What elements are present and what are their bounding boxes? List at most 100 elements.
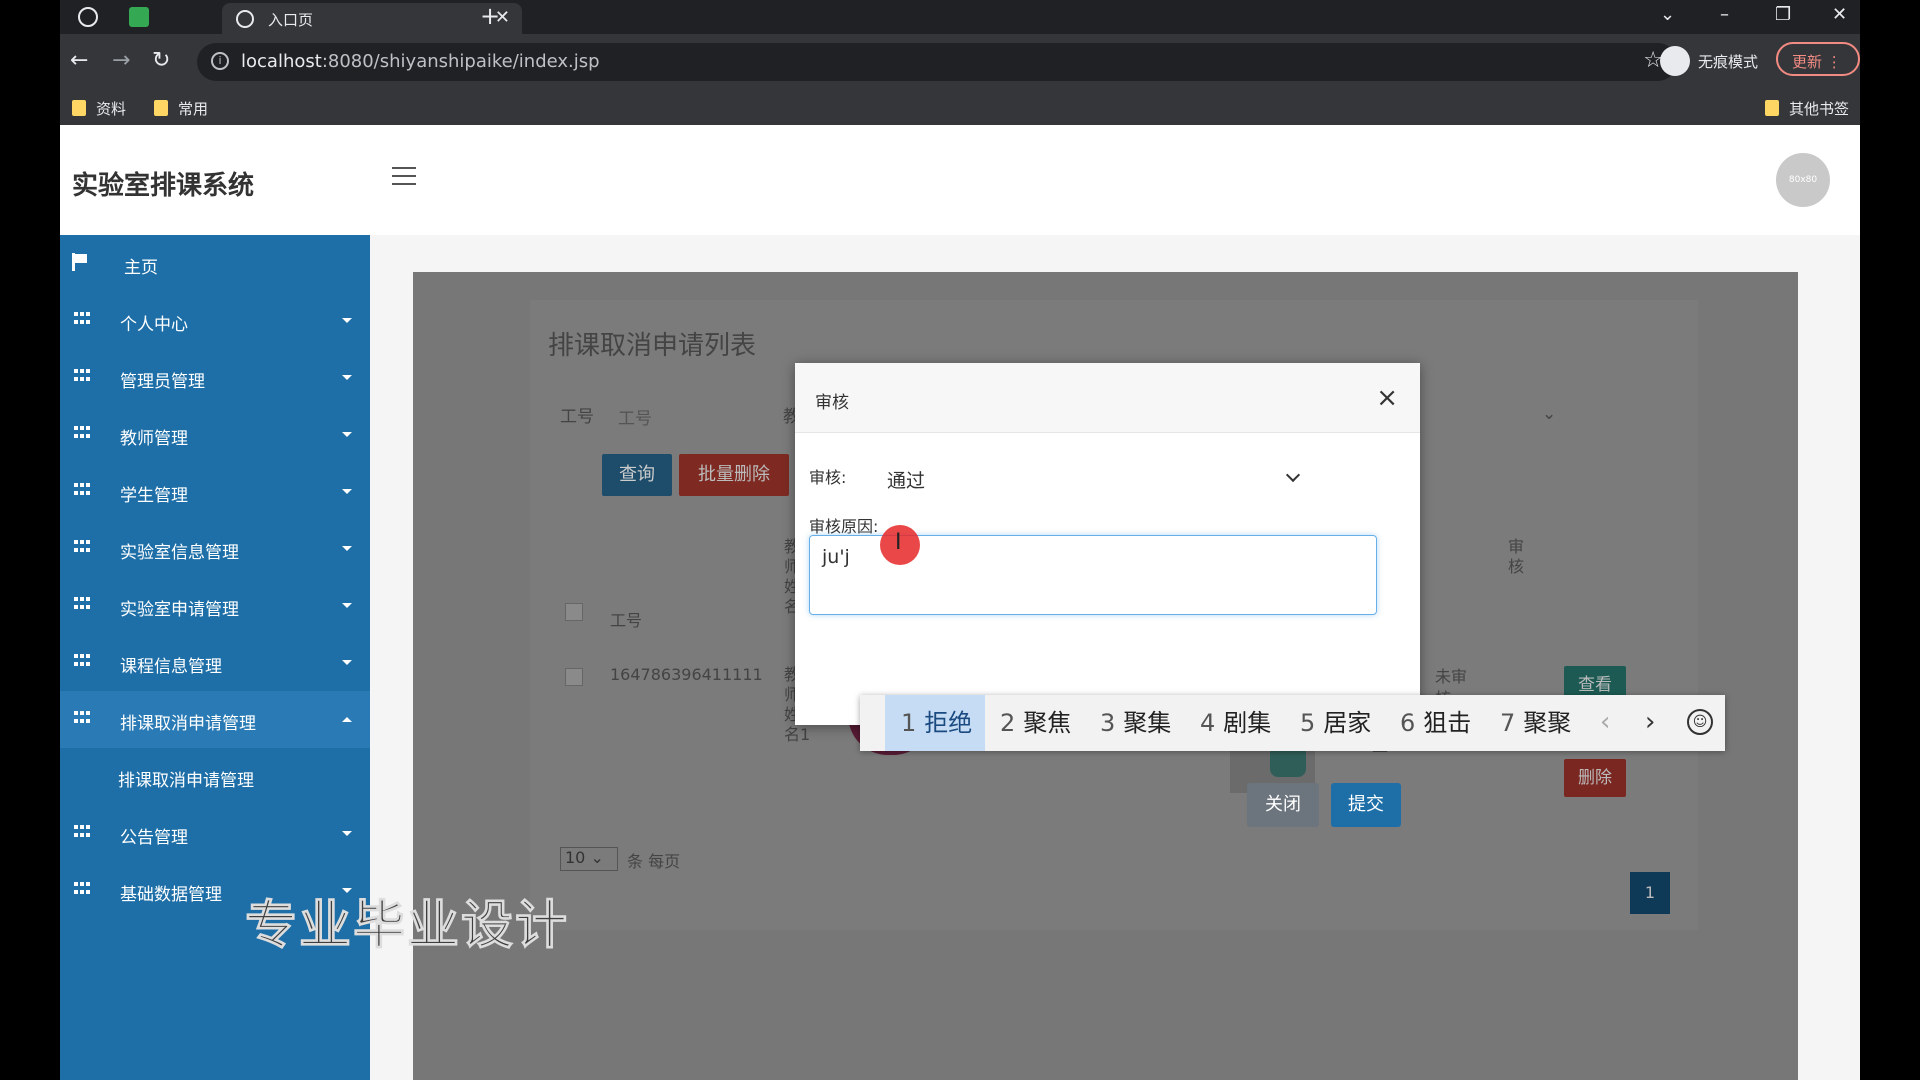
caret-down-icon: [342, 375, 352, 380]
page-size-select[interactable]: 10 ⌄: [560, 847, 618, 871]
incognito-icon: [1660, 46, 1690, 76]
select-all-checkbox[interactable]: [565, 603, 583, 621]
restore-button[interactable]: ❐: [1775, 4, 1791, 25]
ime-candidate[interactable]: 5 居家: [1300, 695, 1390, 751]
close-icon[interactable]: ×: [1376, 383, 1398, 413]
back-icon[interactable]: ←: [70, 48, 88, 73]
forward-icon[interactable]: →: [112, 48, 130, 73]
tab-active[interactable]: 入口页 ✕: [222, 3, 522, 34]
sidebar-item-student[interactable]: 学生管理: [60, 463, 370, 520]
grid-icon: [74, 882, 90, 896]
batch-delete-button[interactable]: 批量删除: [679, 454, 789, 496]
caret-up-icon: [342, 717, 352, 722]
watermark-text: 专业毕业设计: [244, 896, 570, 957]
grid-icon: [74, 711, 90, 725]
chevron-down-icon: [1285, 467, 1301, 483]
folder-icon: [72, 100, 86, 116]
sidebar-item-cancel-apply[interactable]: 排课取消申请管理: [60, 691, 370, 748]
browser-chrome: 入口页 ✕ + ⌄ – ❐ ✕ ← → ↻ i localhost:8080/s…: [60, 0, 1860, 125]
tab-title: 入口页: [268, 11, 314, 29]
grid-icon: [74, 540, 90, 554]
modal-close-button[interactable]: 关闭: [1247, 783, 1319, 827]
filter-label: 工号: [560, 407, 594, 427]
bookmarks-bar: 资料 常用 其他书签: [60, 90, 1860, 125]
caret-down-icon: [342, 546, 352, 551]
ime-candidate-bar: 1 拒绝 2 聚焦 3 聚集 4 剧集 5 居家 6 狙击 7 聚聚 ‹ › ☺: [860, 695, 1725, 751]
filter-input[interactable]: 工号: [618, 404, 652, 429]
avatar[interactable]: 80x80: [1776, 153, 1830, 207]
grid-icon: [74, 483, 90, 497]
col-header-gonghao[interactable]: 工号: [610, 607, 642, 631]
col-header-status[interactable]: 审 核: [1508, 537, 1524, 577]
modal-submit-button[interactable]: 提交: [1331, 783, 1401, 827]
caret-down-icon: [342, 831, 352, 836]
tab-strip: 入口页 ✕ + ⌄ – ❐ ✕: [60, 0, 1860, 34]
incognito-indicator[interactable]: 无痕模式: [1660, 43, 1768, 79]
review-select[interactable]: 通过: [875, 458, 1310, 498]
page-1-button[interactable]: 1: [1630, 872, 1670, 914]
folder-icon: [154, 100, 168, 116]
reload-icon[interactable]: ↻: [152, 48, 170, 73]
caret-down-icon: [342, 318, 352, 323]
grid-icon: [74, 654, 90, 668]
folder-icon: [1765, 100, 1779, 116]
caret-down-icon: [342, 660, 352, 665]
ime-candidate[interactable]: 3 聚集: [1100, 695, 1190, 751]
sidebar-item-admin[interactable]: 管理员管理: [60, 349, 370, 406]
other-bookmarks[interactable]: 其他书签: [1765, 98, 1849, 119]
sidebar-item-lab-info[interactable]: 实验室信息管理: [60, 520, 370, 577]
flag-icon: [72, 253, 88, 271]
query-button[interactable]: 查询: [602, 454, 672, 496]
ime-prev-icon[interactable]: ‹: [1600, 707, 1610, 737]
cell-gonghao: 164786396411111: [610, 665, 763, 684]
delete-button[interactable]: 删除: [1564, 759, 1626, 797]
ime-candidate[interactable]: 7 聚聚: [1500, 695, 1590, 751]
modal-header: 审核 ×: [795, 363, 1420, 433]
sidebar-item-home[interactable]: 主页: [60, 235, 370, 292]
ime-candidate[interactable]: 1 拒绝: [885, 695, 985, 751]
sidebar-item-lab-apply[interactable]: 实验室申请管理: [60, 577, 370, 634]
menu-toggle-icon[interactable]: [392, 167, 416, 185]
row-checkbox[interactable]: [565, 668, 583, 686]
sidebar-item-notice[interactable]: 公告管理: [60, 805, 370, 862]
grid-icon: [74, 426, 90, 440]
incognito-label: 无痕模式: [1698, 53, 1759, 71]
pinned-tab-icon[interactable]: [78, 7, 98, 27]
update-button[interactable]: 更新 ⋮: [1776, 42, 1860, 76]
grid-icon: [74, 312, 90, 326]
caret-down-icon: [342, 432, 352, 437]
per-page-label: 条 每页: [627, 852, 681, 871]
window-close-button[interactable]: ✕: [1832, 4, 1847, 25]
sidebar-item-teacher[interactable]: 教师管理: [60, 406, 370, 463]
review-label: 审核:: [809, 468, 847, 487]
app-header: 实验室排课系统 80x80: [60, 125, 1860, 235]
emoji-icon[interactable]: ☺: [1687, 709, 1713, 735]
grid-icon: [74, 825, 90, 839]
address-bar[interactable]: i localhost:8080/shiyanshipaike/index.js…: [197, 43, 1677, 81]
ime-candidate[interactable]: 6 狙击: [1400, 695, 1490, 751]
bookmark-folder[interactable]: 资料: [72, 98, 126, 119]
grid-icon: [74, 369, 90, 383]
brand-title: 实验室排课系统: [72, 171, 255, 201]
page-title: 排课取消申请列表: [548, 331, 757, 361]
grid-icon: [74, 597, 90, 611]
tab-search-icon[interactable]: ⌄: [1660, 4, 1675, 25]
minimize-button[interactable]: –: [1720, 4, 1729, 25]
chevron-down-icon: ⌄: [1542, 404, 1557, 424]
new-tab-button[interactable]: +: [480, 2, 500, 30]
sidebar-subitem-cancel-apply[interactable]: 排课取消申请管理: [60, 748, 370, 805]
globe-icon: [236, 10, 254, 28]
bookmark-folder[interactable]: 常用: [154, 98, 208, 119]
modal-title: 审核: [815, 393, 849, 413]
ime-next-icon[interactable]: ›: [1645, 707, 1655, 737]
ime-candidate[interactable]: 4 剧集: [1200, 695, 1290, 751]
sidebar-item-course[interactable]: 课程信息管理: [60, 634, 370, 691]
browser-toolbar: ← → ↻ i localhost:8080/shiyanshipaike/in…: [60, 34, 1860, 90]
caret-down-icon: [342, 489, 352, 494]
info-icon[interactable]: i: [211, 52, 229, 70]
caret-down-icon: [342, 603, 352, 608]
ime-candidate[interactable]: 2 聚焦: [1000, 695, 1090, 751]
sidebar-item-personal[interactable]: 个人中心: [60, 292, 370, 349]
sheets-tab-icon[interactable]: [129, 7, 149, 27]
url-text[interactable]: localhost:8080/shiyanshipaike/index.jsp: [241, 51, 600, 72]
